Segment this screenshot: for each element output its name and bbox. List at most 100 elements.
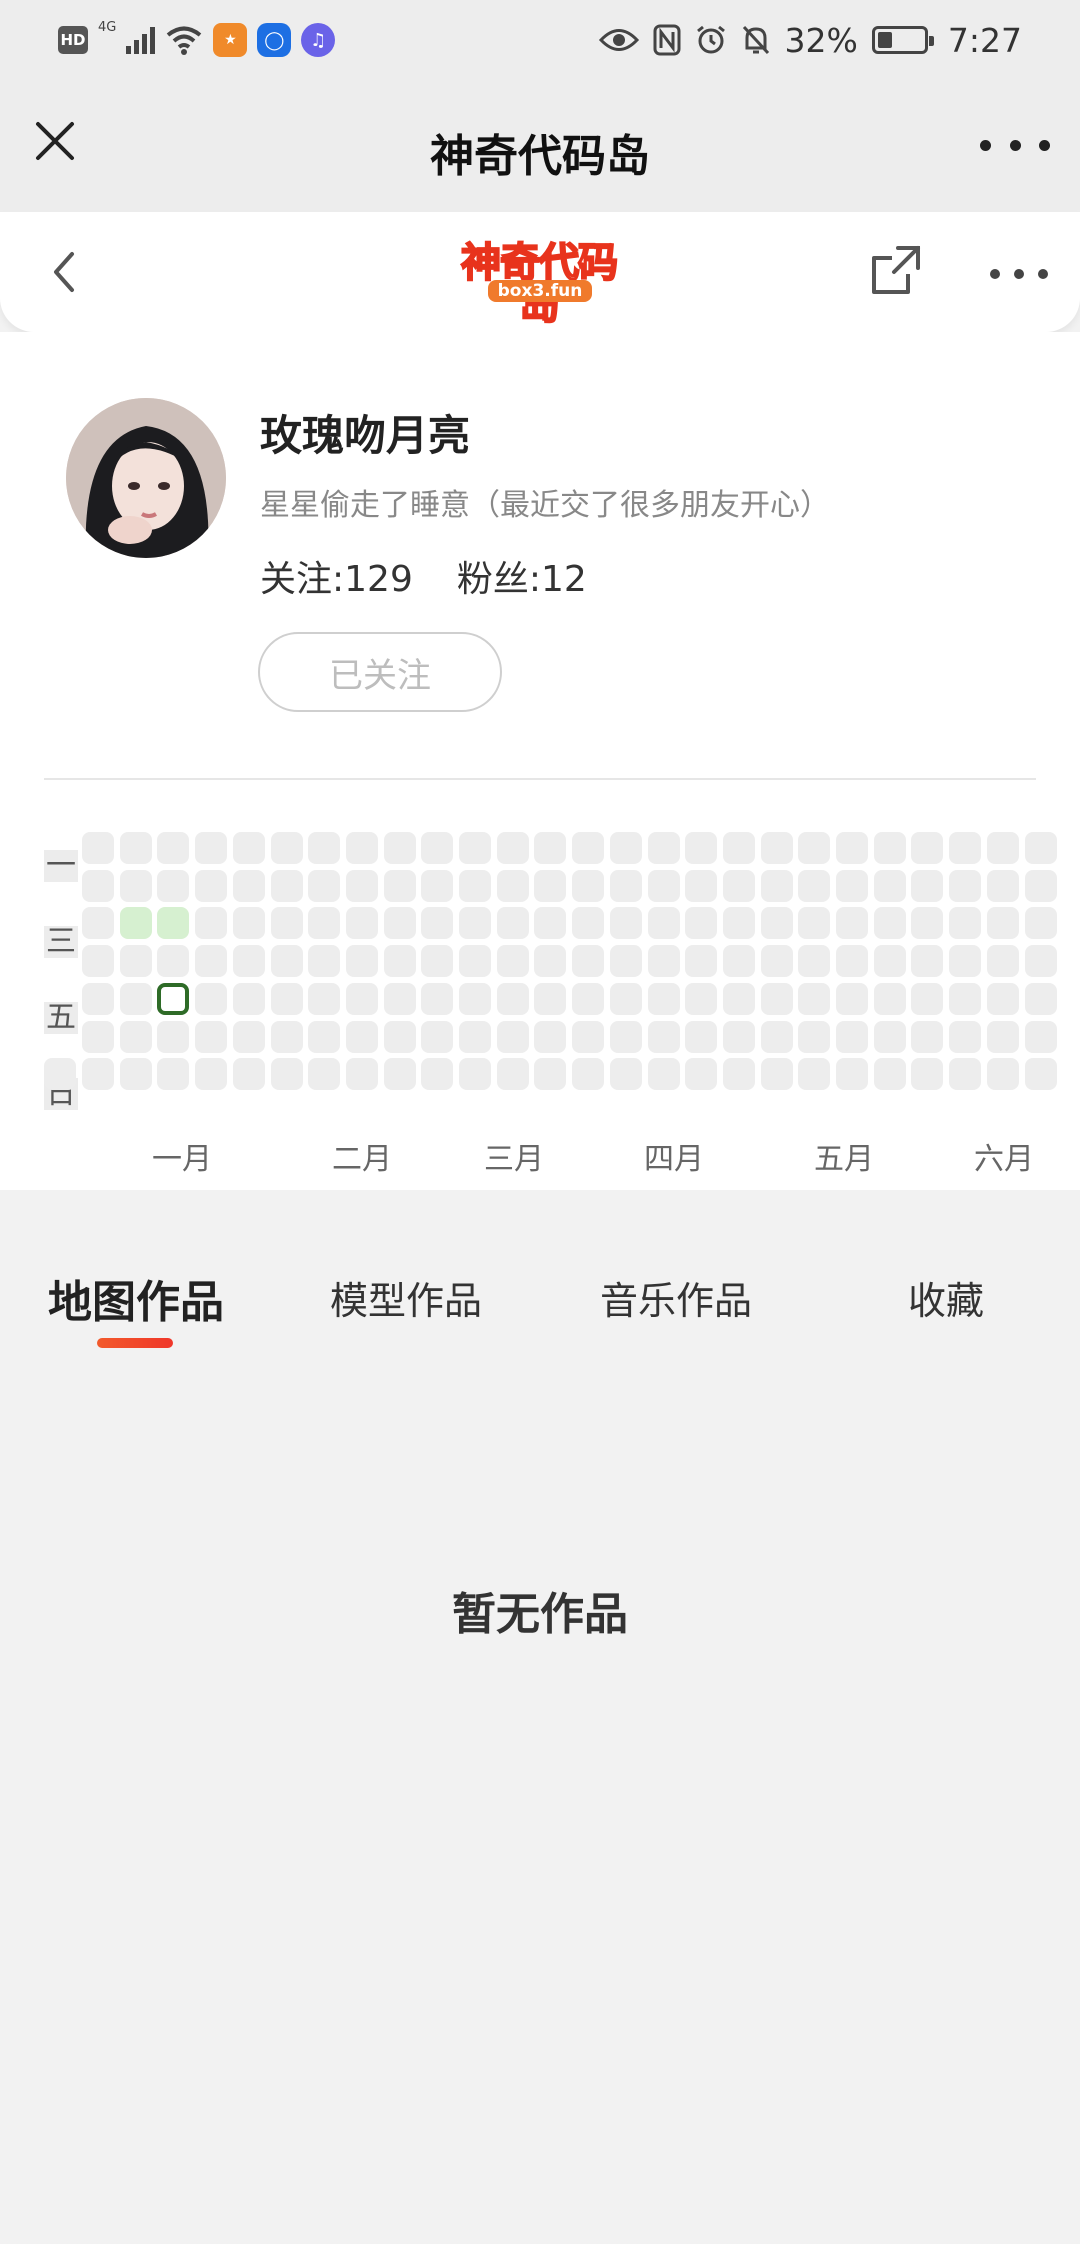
tab-map-works[interactable]: 地图作品	[48, 1266, 224, 1330]
heatmap-cell[interactable]	[986, 982, 1019, 1015]
heatmap-cell[interactable]	[572, 832, 605, 864]
tab-favorites[interactable]: 收藏	[908, 1270, 984, 1325]
heatmap-cell[interactable]	[685, 907, 718, 940]
heatmap-cell[interactable]	[722, 1058, 755, 1091]
heatmap-cell[interactable]	[459, 1020, 491, 1053]
heatmap-cell[interactable]	[534, 945, 567, 978]
heatmap-cell[interactable]	[157, 982, 190, 1015]
heatmap-cell[interactable]	[195, 832, 228, 864]
heatmap-cell[interactable]	[760, 832, 793, 864]
heatmap-cell[interactable]	[1024, 832, 1057, 864]
heatmap-cell[interactable]	[685, 1020, 718, 1053]
heatmap-cell[interactable]	[647, 832, 680, 864]
heatmap-cell[interactable]	[911, 945, 944, 978]
heatmap-cell[interactable]	[760, 1020, 793, 1053]
heatmap-cell[interactable]	[836, 1020, 868, 1053]
heatmap-cell[interactable]	[609, 832, 642, 864]
heatmap-cell[interactable]	[949, 945, 982, 978]
heatmap-cell[interactable]	[722, 982, 755, 1015]
heatmap-cell[interactable]	[685, 832, 718, 864]
heatmap-cell[interactable]	[986, 1020, 1019, 1053]
heatmap-cell[interactable]	[270, 832, 303, 864]
heatmap-cell[interactable]	[873, 869, 906, 902]
heatmap-cell[interactable]	[949, 1058, 982, 1091]
heatmap-cell[interactable]	[949, 869, 982, 902]
site-logo[interactable]: 神奇代码岛 box3.fun	[452, 241, 626, 327]
heatmap-cell[interactable]	[911, 869, 944, 902]
heatmap-cell[interactable]	[949, 907, 982, 940]
heatmap-cell[interactable]	[647, 907, 680, 940]
heatmap-cell[interactable]	[270, 907, 303, 940]
heatmap-cell[interactable]	[986, 907, 1019, 940]
heatmap-cell[interactable]	[873, 1020, 906, 1053]
heatmap-cell[interactable]	[609, 1020, 642, 1053]
heatmap-cell[interactable]	[572, 982, 605, 1015]
follow-button[interactable]: 已关注	[258, 632, 502, 712]
heatmap-cell[interactable]	[270, 945, 303, 978]
heatmap-cell[interactable]	[459, 945, 491, 978]
heatmap-cell[interactable]	[232, 982, 265, 1015]
heatmap-cell[interactable]	[195, 1020, 228, 1053]
heatmap-cell[interactable]	[911, 1020, 944, 1053]
heatmap-cell[interactable]	[609, 1058, 642, 1091]
heatmap-cell[interactable]	[873, 832, 906, 864]
heatmap-cell[interactable]	[119, 832, 152, 864]
heatmap-cell[interactable]	[308, 832, 341, 864]
heatmap-cell[interactable]	[232, 1020, 265, 1053]
heatmap-cell[interactable]	[760, 907, 793, 940]
heatmap-cell[interactable]	[534, 1058, 567, 1091]
heatmap-cell[interactable]	[308, 1058, 341, 1091]
heatmap-cell[interactable]	[986, 869, 1019, 902]
followers-count[interactable]: 粉丝:12	[457, 550, 587, 602]
heatmap-cell[interactable]	[949, 832, 982, 864]
heatmap-cell[interactable]	[722, 1020, 755, 1053]
heatmap-cell[interactable]	[572, 907, 605, 940]
heatmap-cell[interactable]	[459, 982, 491, 1015]
heatmap-cell[interactable]	[157, 945, 190, 978]
heatmap-cell[interactable]	[119, 945, 152, 978]
heatmap-cell[interactable]	[270, 869, 303, 902]
heatmap-cell[interactable]	[609, 907, 642, 940]
heatmap-cell[interactable]	[798, 907, 831, 940]
heatmap-cell[interactable]	[760, 945, 793, 978]
heatmap-cell[interactable]	[496, 832, 529, 864]
heatmap-cell[interactable]	[572, 945, 605, 978]
heatmap-cell[interactable]	[157, 1020, 190, 1053]
heatmap-cell[interactable]	[647, 869, 680, 902]
chevron-left-icon[interactable]	[40, 244, 90, 300]
heatmap-cell[interactable]	[157, 832, 190, 864]
heatmap-cell[interactable]	[232, 907, 265, 940]
heatmap-cell[interactable]	[157, 1058, 190, 1091]
heatmap-cell[interactable]	[270, 1058, 303, 1091]
heatmap-cell[interactable]	[1024, 1020, 1057, 1053]
heatmap-cell[interactable]	[119, 869, 152, 902]
heatmap-cell[interactable]	[873, 945, 906, 978]
avatar[interactable]	[66, 398, 226, 558]
more-icon[interactable]	[990, 268, 1048, 280]
heatmap-cell[interactable]	[609, 982, 642, 1015]
heatmap-cell[interactable]	[572, 869, 605, 902]
heatmap-cell[interactable]	[421, 907, 454, 940]
heatmap-cell[interactable]	[496, 1058, 529, 1091]
heatmap-cell[interactable]	[760, 982, 793, 1015]
heatmap-cell[interactable]	[836, 869, 868, 902]
heatmap-cell[interactable]	[647, 1058, 680, 1091]
heatmap-cell[interactable]	[383, 982, 416, 1015]
heatmap-cell[interactable]	[383, 907, 416, 940]
heatmap-cell[interactable]	[685, 982, 718, 1015]
heatmap-cell[interactable]	[195, 945, 228, 978]
heatmap-cell[interactable]	[82, 1020, 114, 1053]
heatmap-cell[interactable]	[421, 945, 454, 978]
heatmap-cell[interactable]	[232, 1058, 265, 1091]
heatmap-cell[interactable]	[496, 907, 529, 940]
heatmap-cell[interactable]	[459, 832, 491, 864]
heatmap-cell[interactable]	[270, 1020, 303, 1053]
heatmap-cell[interactable]	[232, 832, 265, 864]
heatmap-cell[interactable]	[82, 982, 114, 1015]
heatmap-cell[interactable]	[459, 1058, 491, 1091]
heatmap-cell[interactable]	[911, 982, 944, 1015]
heatmap-cell[interactable]	[82, 945, 114, 978]
heatmap-cell[interactable]	[232, 945, 265, 978]
more-icon[interactable]	[980, 130, 1050, 160]
heatmap-cell[interactable]	[345, 869, 378, 902]
